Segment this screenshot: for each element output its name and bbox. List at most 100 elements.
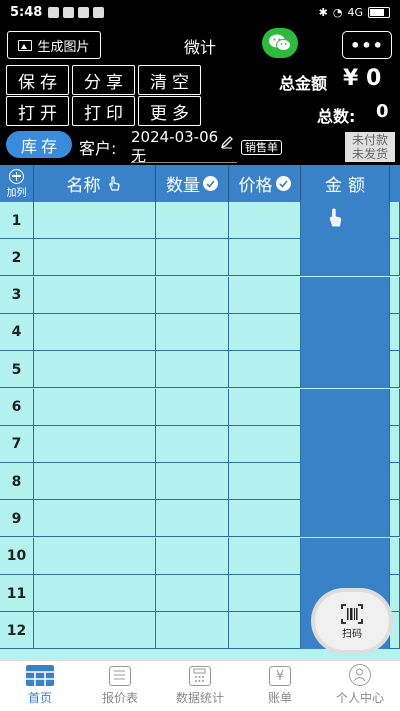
row-number: 6 — [0, 388, 34, 426]
cell-amount[interactable] — [301, 276, 390, 314]
customer-date[interactable]: 2024-03-06 — [131, 128, 218, 146]
save-button[interactable]: 保存 — [6, 65, 69, 95]
calculator-icon — [189, 666, 211, 686]
cell-price[interactable] — [229, 612, 301, 650]
cell-amount[interactable] — [301, 202, 390, 239]
nav-home-label: 首页 — [27, 691, 52, 705]
cell-quantity[interactable] — [156, 351, 229, 389]
table-row: 5 — [0, 351, 400, 389]
cell-price[interactable] — [229, 313, 301, 351]
nav-bill-label: 账单 — [267, 691, 292, 705]
cell-quantity[interactable] — [156, 500, 229, 538]
cell-name[interactable] — [34, 239, 156, 277]
cell-price[interactable] — [229, 388, 301, 426]
more-button[interactable]: 更多 — [138, 96, 201, 126]
cell-amount[interactable] — [301, 537, 390, 575]
row-number: 12 — [0, 612, 34, 650]
cell-price[interactable] — [229, 537, 301, 575]
table-row: 3 — [0, 276, 400, 314]
cell-name[interactable] — [34, 500, 156, 538]
cell-name[interactable] — [34, 351, 156, 389]
cell-name[interactable] — [34, 463, 156, 501]
barcode-scan-icon — [341, 603, 363, 624]
cell-name[interactable] — [34, 276, 156, 314]
cell-quantity[interactable] — [156, 313, 229, 351]
cell-extra — [390, 313, 400, 351]
nav-stats[interactable]: 数据统计 — [160, 661, 240, 711]
cell-amount[interactable] — [301, 239, 390, 277]
nav-profile-label: 个人中心 — [335, 691, 384, 705]
cell-quantity[interactable] — [156, 612, 229, 650]
nav-home[interactable]: 首页 — [0, 661, 80, 711]
cell-quantity[interactable] — [156, 202, 229, 239]
cell-quantity[interactable] — [156, 239, 229, 277]
nav-stats-label: 数据统计 — [175, 691, 224, 705]
column-header-extra — [390, 165, 400, 202]
cell-price[interactable] — [229, 500, 301, 538]
scan-button[interactable]: 扫码 — [315, 592, 389, 650]
cell-price[interactable] — [229, 239, 301, 277]
cell-name[interactable] — [34, 425, 156, 463]
open-button[interactable]: 打开 — [6, 96, 69, 126]
row-number: 5 — [0, 351, 34, 389]
cell-price[interactable] — [229, 351, 301, 389]
payment-status-box[interactable]: 未付款 未发货 — [345, 132, 395, 162]
cell-name[interactable] — [34, 313, 156, 351]
cell-quantity[interactable] — [156, 463, 229, 501]
cell-amount[interactable] — [301, 425, 390, 463]
cell-name[interactable] — [34, 537, 156, 575]
tap-hand-icon — [325, 207, 345, 233]
cell-quantity[interactable] — [156, 388, 229, 426]
cell-extra — [390, 463, 400, 501]
cell-amount[interactable] — [301, 313, 390, 351]
more-menu-button[interactable]: ••• — [342, 31, 392, 59]
total-amount-label: 总金额 — [279, 74, 328, 93]
cell-amount[interactable] — [301, 500, 390, 538]
home-grid-icon — [26, 665, 54, 686]
customer-label: 客户: — [79, 139, 117, 158]
wifi-icon: ◔ — [332, 5, 343, 19]
column-header-name[interactable]: 名称 — [34, 165, 156, 202]
cell-extra — [390, 239, 400, 277]
table-row: 9 — [0, 500, 400, 538]
cell-amount[interactable] — [301, 463, 390, 501]
bluetooth-icon: ✱ — [318, 5, 328, 19]
cell-price[interactable] — [229, 575, 301, 612]
sales-order-tag[interactable]: 销售单 — [241, 140, 282, 155]
nav-quote[interactable]: 报价表 — [80, 661, 160, 711]
cell-price[interactable] — [229, 202, 301, 239]
cell-amount[interactable] — [301, 351, 390, 389]
cell-extra — [390, 276, 400, 314]
status-time: 5:48 — [10, 4, 43, 20]
cell-price[interactable] — [229, 425, 301, 463]
cell-amount[interactable] — [301, 388, 390, 426]
cell-name[interactable] — [34, 612, 156, 650]
cell-quantity[interactable] — [156, 575, 229, 612]
table-row: 8 — [0, 463, 400, 501]
edit-icon[interactable] — [220, 134, 234, 153]
nav-bill[interactable]: ¥ 账单 — [240, 661, 320, 711]
cell-price[interactable] — [229, 463, 301, 501]
cell-name[interactable] — [34, 388, 156, 426]
add-column-button[interactable]: 加列 — [0, 165, 34, 202]
cell-quantity[interactable] — [156, 537, 229, 575]
customer-underline — [131, 162, 237, 163]
table-row: 2 — [0, 239, 400, 277]
print-button[interactable]: 打印 — [72, 96, 135, 126]
share-button[interactable]: 分享 — [72, 65, 135, 95]
cell-extra — [390, 612, 400, 650]
column-header-amount[interactable]: 金额 — [301, 165, 390, 202]
stock-button[interactable]: 库存 — [6, 131, 72, 158]
cell-name[interactable] — [34, 575, 156, 612]
cell-quantity[interactable] — [156, 276, 229, 314]
nav-profile[interactable]: 个人中心 — [320, 661, 400, 711]
cell-price[interactable] — [229, 276, 301, 314]
table-row: 4 — [0, 313, 400, 351]
wechat-share-button[interactable] — [262, 28, 298, 58]
cell-quantity[interactable] — [156, 425, 229, 463]
column-header-quantity[interactable]: 数量 — [156, 165, 229, 202]
cell-name[interactable] — [34, 202, 156, 239]
clear-button[interactable]: 清空 — [138, 65, 201, 95]
column-header-price[interactable]: 价格 — [229, 165, 301, 202]
order-table: 加列 名称 数量 价格 金额 1 2 3 4 5 6 7 8 9 10 11 12 — [0, 165, 400, 660]
